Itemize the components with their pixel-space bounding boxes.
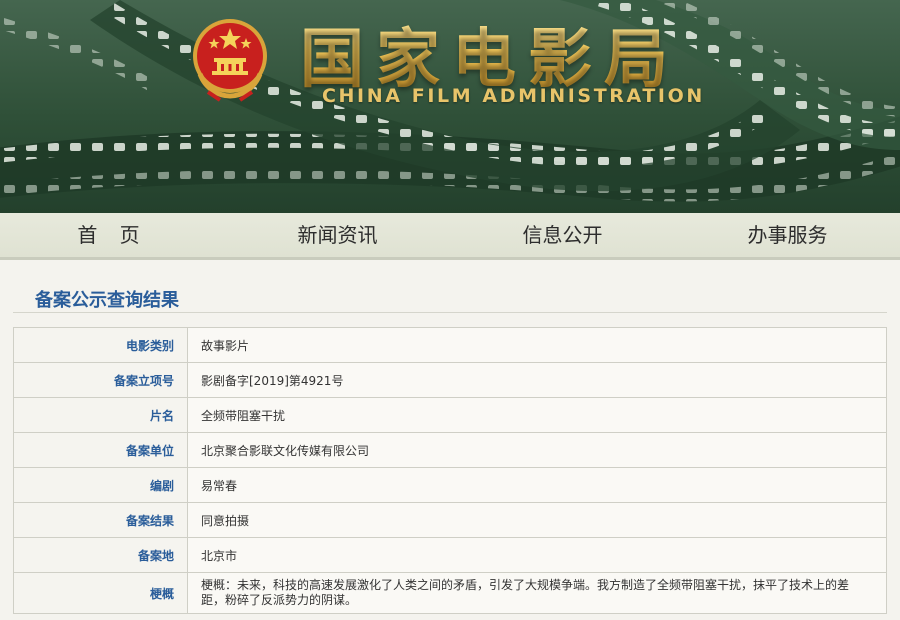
row-value-film-category: 故事影片 [187,327,887,363]
table-row: 电影类别 故事影片 [13,327,887,363]
row-label-film-category: 电影类别 [13,327,188,363]
table-row: 备案立项号 影剧备字[2019]第4921号 [13,362,887,398]
table-row: 梗概 梗概：未来，科技的高速发展激化了人类之间的矛盾，引发了大规模争端。我方制造… [13,572,887,614]
site-subtitle: CHINA FILM ADMINISTRATION [322,85,705,107]
section-divider [13,312,887,313]
row-label-screenwriter: 编剧 [13,467,188,503]
table-row: 片名 全频带阻塞干扰 [13,397,887,433]
row-label-film-title: 片名 [13,397,188,433]
national-emblem-icon [193,19,267,102]
row-label-filing-result: 备案结果 [13,502,188,538]
row-label-synopsis: 梗概 [13,572,188,614]
row-value-filing-location: 北京市 [187,537,887,573]
nav-item-news[interactable]: 新闻资讯 [225,213,450,257]
table-row: 备案单位 北京聚合影联文化传媒有限公司 [13,432,887,468]
row-value-filing-number: 影剧备字[2019]第4921号 [187,362,887,398]
nav-item-info-disclosure[interactable]: 信息公开 [450,213,675,257]
row-label-filing-company: 备案单位 [13,432,188,468]
header-banner: 国家电影局 CHINA FILM ADMINISTRATION [0,0,900,213]
row-value-filing-company: 北京聚合影联文化传媒有限公司 [187,432,887,468]
nav-item-services[interactable]: 办事服务 [675,213,900,257]
table-row: 备案结果 同意拍摄 [13,502,887,538]
row-value-synopsis: 梗概：未来，科技的高速发展激化了人类之间的矛盾，引发了大规模争端。我方制造了全频… [187,572,887,614]
result-section-title: 备案公示查询结果 [35,290,179,311]
row-label-filing-number: 备案立项号 [13,362,188,398]
table-row: 编剧 易常春 [13,467,887,503]
row-label-filing-location: 备案地 [13,537,188,573]
nav-item-home[interactable]: 首 页 [0,213,225,257]
row-value-film-title: 全频带阻塞干扰 [187,397,887,433]
table-row: 备案地 北京市 [13,537,887,573]
row-value-screenwriter: 易常春 [187,467,887,503]
filing-result-table: 电影类别 故事影片 备案立项号 影剧备字[2019]第4921号 片名 全频带阻… [13,327,887,614]
row-value-filing-result: 同意拍摄 [187,502,887,538]
main-nav: 首 页 新闻资讯 信息公开 办事服务 [0,213,900,260]
